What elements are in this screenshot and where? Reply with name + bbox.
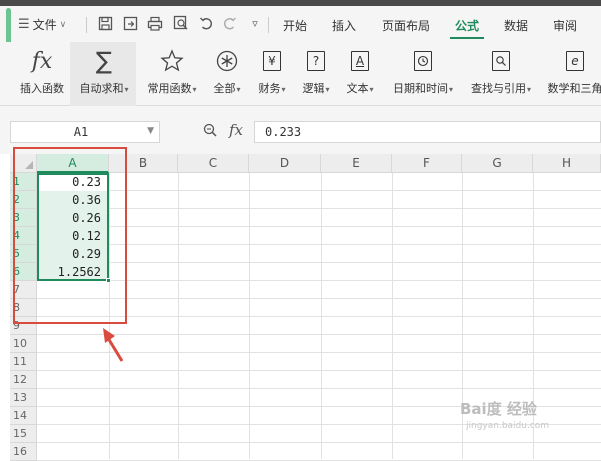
lookup-reference-button[interactable]: 查找与引用▾ xyxy=(465,46,537,96)
tab-home[interactable]: 开始 xyxy=(283,17,307,34)
watermark-text: Bai度 经验 xyxy=(460,400,537,418)
redo-icon[interactable] xyxy=(220,14,238,32)
fx-icon[interactable]: fx xyxy=(229,121,243,139)
watermark-subtext: jingyan.baidu.com xyxy=(466,421,549,431)
tab-formulas[interactable]: 公式 xyxy=(455,17,479,34)
watermark: Bai度 经验 jingyan.baidu.com xyxy=(460,398,549,431)
name-box[interactable]: A1 ▼ xyxy=(10,121,160,143)
clock-icon xyxy=(414,46,432,76)
fx-icon: fx xyxy=(32,46,53,76)
name-box-value: A1 xyxy=(11,125,151,139)
grid-line xyxy=(37,388,601,389)
dropdown-icon: ▾ xyxy=(192,85,196,94)
lookup-reference-label: 查找与引用 xyxy=(471,82,526,95)
text-label: 文本 xyxy=(346,82,368,95)
grid-line xyxy=(37,442,601,443)
print-icon[interactable] xyxy=(146,14,164,32)
date-time-button[interactable]: 日期和时间▾ xyxy=(384,46,462,96)
math-trig-button[interactable]: e 数学和三角 xyxy=(543,46,601,96)
text-button[interactable]: A 文本▾ xyxy=(340,46,380,96)
customize-quick-access-icon[interactable]: ▿ xyxy=(246,14,264,32)
date-time-label: 日期和时间 xyxy=(393,82,448,95)
tab-data[interactable]: 数据 xyxy=(504,17,528,34)
row-header-13[interactable]: 13 xyxy=(10,389,37,407)
row-header-14[interactable]: 14 xyxy=(10,407,37,425)
column-header-f[interactable]: F xyxy=(392,154,462,173)
insert-function-button[interactable]: fx 插入函数 xyxy=(16,46,68,96)
financial-label: 财务 xyxy=(258,82,280,95)
undo-icon[interactable] xyxy=(197,14,215,32)
export-icon[interactable] xyxy=(121,14,139,32)
column-header-d[interactable]: D xyxy=(249,154,321,173)
dropdown-icon: ▾ xyxy=(281,85,285,94)
column-header-g[interactable]: G xyxy=(462,154,533,173)
dropdown-icon: ▾ xyxy=(527,85,531,94)
dropdown-icon: ▾ xyxy=(369,85,373,94)
logical-button[interactable]: ? 逻辑▾ xyxy=(296,46,336,96)
save-icon[interactable] xyxy=(96,14,114,32)
math-trig-label: 数学和三角 xyxy=(548,80,601,96)
yen-icon: ¥ xyxy=(263,46,281,76)
column-header-c[interactable]: C xyxy=(178,154,249,173)
annotation-arrow-icon xyxy=(100,324,130,364)
column-header-h[interactable]: H xyxy=(533,154,601,173)
file-menu-label: 文件 xyxy=(33,16,57,33)
search-icon xyxy=(492,46,510,76)
dropdown-icon: ▾ xyxy=(325,85,329,94)
tab-insert[interactable]: 插入 xyxy=(332,17,356,34)
theta-icon: e xyxy=(566,46,584,76)
autosum-label: 自动求和 xyxy=(79,82,123,95)
asterisk-icon xyxy=(216,46,238,76)
sigma-icon: ∑ xyxy=(96,46,112,76)
tab-page-layout[interactable]: 页面布局 xyxy=(382,17,430,34)
divider xyxy=(86,17,87,33)
dropdown-icon: ▾ xyxy=(236,85,240,94)
formulas-ribbon: fx 插入函数 ∑ 自动求和▾ 常用函数▾ 全部▾ ¥ 财务▾ ? 逻辑▾ A … xyxy=(0,42,601,106)
divider xyxy=(268,17,269,33)
active-tab-indicator xyxy=(450,37,484,39)
text-a-icon: A xyxy=(351,46,369,76)
logical-label: 逻辑 xyxy=(302,82,324,95)
row-header-12[interactable]: 12 xyxy=(10,371,37,389)
common-functions-label: 常用函数 xyxy=(147,82,191,95)
row-header-11[interactable]: 11 xyxy=(10,353,37,371)
hamburger-icon: ☰ xyxy=(18,17,30,32)
star-icon xyxy=(160,46,184,76)
question-icon: ? xyxy=(307,46,325,76)
all-functions-label: 全部 xyxy=(213,82,235,95)
formula-input[interactable]: 0.233 xyxy=(254,121,601,143)
row-header-15[interactable]: 15 xyxy=(10,425,37,443)
row-header-10[interactable]: 10 xyxy=(10,335,37,353)
financial-button[interactable]: ¥ 财务▾ xyxy=(252,46,292,96)
chevron-down-icon: ∨ xyxy=(60,20,67,30)
zoom-icon[interactable] xyxy=(203,123,217,141)
annotation-box xyxy=(13,147,127,324)
row-header-16[interactable]: 16 xyxy=(10,443,37,461)
grid-line xyxy=(37,370,601,371)
insert-function-label: 插入函数 xyxy=(20,80,64,96)
common-functions-button[interactable]: 常用函数▾ xyxy=(141,46,203,96)
print-preview-icon[interactable] xyxy=(172,14,190,32)
all-functions-button[interactable]: 全部▾ xyxy=(207,46,247,96)
file-menu[interactable]: ☰ 文件 ∨ xyxy=(18,16,66,33)
menu-bar: ☰ 文件 ∨ ▿ 开始 插入 页面布局 公式 数据 审阅 xyxy=(0,6,601,42)
dropdown-icon: ▾ xyxy=(449,85,453,94)
chevron-down-icon[interactable]: ▼ xyxy=(147,126,154,136)
dropdown-icon: ▾ xyxy=(124,85,128,94)
tab-review[interactable]: 审阅 xyxy=(553,17,577,34)
autosum-button[interactable]: ∑ 自动求和▾ xyxy=(73,46,135,96)
column-header-e[interactable]: E xyxy=(321,154,392,173)
